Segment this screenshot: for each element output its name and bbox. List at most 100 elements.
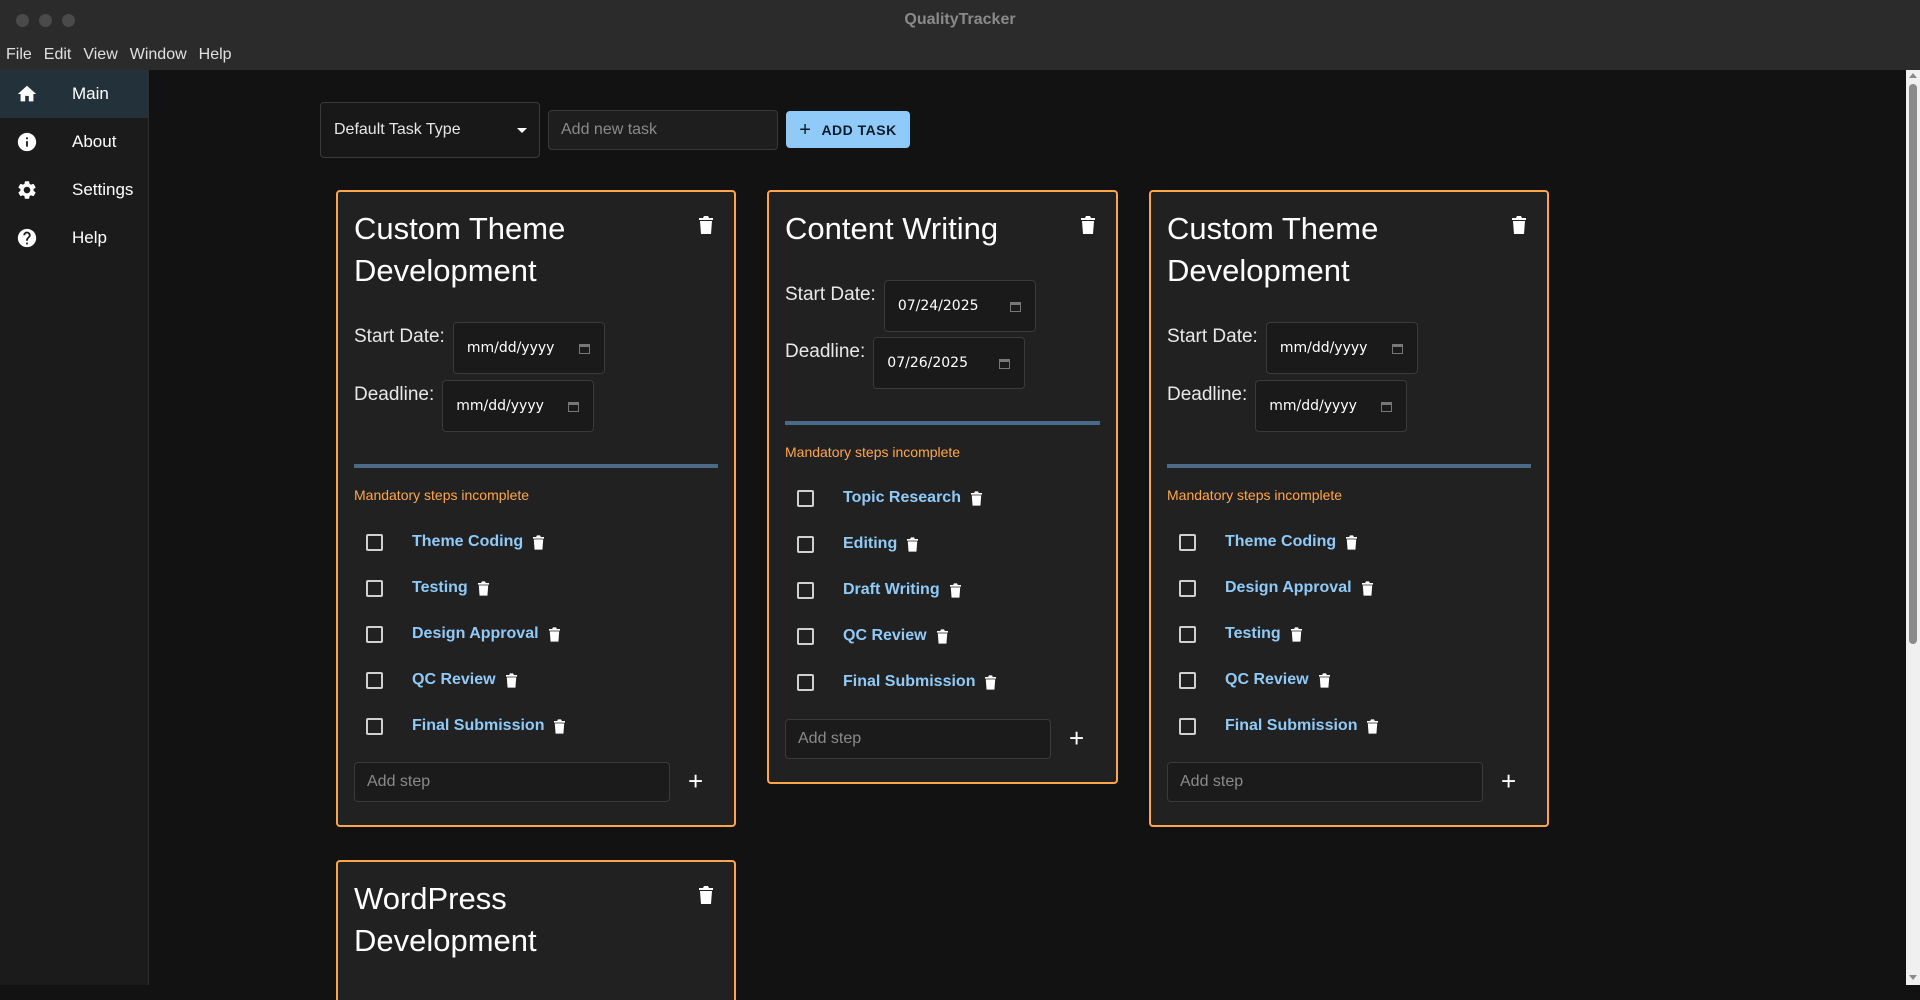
deadline-row: Deadline: mm/dd/yyyy: [1167, 380, 1408, 432]
scroll-up-arrow-icon[interactable]: [1909, 73, 1917, 78]
step-checkbox[interactable]: [366, 579, 383, 597]
delete-step-icon[interactable]: [533, 534, 545, 550]
delete-step-icon[interactable]: [505, 672, 517, 688]
add-step-button[interactable]: +: [1069, 725, 1084, 751]
add-step-button[interactable]: +: [688, 768, 703, 794]
delete-task-icon[interactable]: [1081, 216, 1095, 234]
delete-step-icon[interactable]: [936, 628, 948, 644]
step-checkbox[interactable]: [797, 581, 814, 599]
delete-step-icon[interactable]: [1367, 718, 1379, 734]
start-date-row: Start Date: mm/dd/yyyy: [354, 322, 605, 374]
scroll-down-arrow-icon[interactable]: [1909, 975, 1917, 980]
step-checkbox[interactable]: [366, 533, 383, 551]
main-scrollbar[interactable]: [1906, 70, 1920, 985]
add-step-input[interactable]: [785, 719, 1051, 759]
sidebar-item-main[interactable]: Main: [0, 70, 148, 118]
task-card: WordPress Development: [336, 860, 736, 1000]
delete-step-icon[interactable]: [907, 536, 919, 552]
task-card: Content Writing Start Date: 07/24/2025 D…: [767, 190, 1118, 784]
task-card: Custom Theme Development Start Date: mm/…: [336, 190, 736, 827]
menu-edit[interactable]: Edit: [44, 46, 72, 64]
start-date-row: Start Date: 07/24/2025: [785, 280, 1036, 332]
sidebar-item-help[interactable]: Help: [0, 214, 148, 262]
delete-task-icon[interactable]: [699, 216, 713, 234]
warning-text: Mandatory steps incomplete: [785, 444, 961, 460]
step-checkbox[interactable]: [1179, 533, 1196, 551]
step-item: Theme Coding: [366, 530, 545, 554]
add-step-button[interactable]: +: [1501, 768, 1516, 794]
menu-file[interactable]: File: [6, 46, 32, 64]
start-date-input[interactable]: mm/dd/yyyy: [452, 322, 605, 374]
step-item: Testing: [366, 576, 489, 600]
calendar-icon[interactable]: [999, 359, 1011, 369]
progress-divider: [354, 464, 718, 468]
task-title: Custom Theme Development: [354, 211, 566, 288]
delete-step-icon[interactable]: [970, 490, 982, 506]
sidebar-item-settings[interactable]: Settings: [0, 166, 148, 214]
menu-window[interactable]: Window: [130, 46, 187, 64]
gear-icon: [18, 181, 36, 199]
step-item: Editing: [797, 532, 919, 556]
calendar-icon[interactable]: [1391, 344, 1403, 354]
step-checkbox[interactable]: [366, 625, 383, 643]
task-type-value: Default Task Type: [334, 121, 461, 138]
delete-step-icon[interactable]: [1346, 534, 1358, 550]
deadline-row: Deadline: mm/dd/yyyy: [354, 380, 595, 432]
delete-step-icon[interactable]: [477, 580, 489, 596]
delete-step-icon[interactable]: [1290, 626, 1302, 642]
caret-down-icon: [517, 128, 527, 133]
step-checkbox[interactable]: [1179, 717, 1196, 735]
calendar-icon[interactable]: [1009, 302, 1021, 312]
delete-step-icon[interactable]: [554, 718, 566, 734]
start-date-input[interactable]: 07/24/2025: [883, 280, 1036, 332]
calendar-icon[interactable]: [1381, 402, 1393, 412]
task-card: Custom Theme Development Start Date: mm/…: [1149, 190, 1549, 827]
menu-view[interactable]: View: [83, 46, 117, 64]
step-item: Theme Coding: [1179, 530, 1358, 554]
step-item: Draft Writing: [797, 578, 961, 602]
deadline-row: Deadline: 07/26/2025: [785, 337, 1026, 389]
step-item: Final Submission: [797, 670, 997, 694]
window-titlebar: QualityTracker: [0, 0, 1920, 40]
delete-step-icon[interactable]: [949, 582, 961, 598]
delete-task-icon[interactable]: [699, 886, 713, 904]
step-item: Design Approval: [366, 622, 560, 646]
warning-text: Mandatory steps incomplete: [1167, 487, 1343, 503]
step-checkbox[interactable]: [797, 673, 814, 691]
info-icon: [17, 132, 37, 152]
deadline-input[interactable]: mm/dd/yyyy: [442, 380, 595, 432]
delete-step-icon[interactable]: [1318, 672, 1330, 688]
delete-step-icon[interactable]: [1361, 580, 1373, 596]
step-checkbox[interactable]: [797, 489, 814, 507]
home-icon: [17, 85, 37, 102]
step-checkbox[interactable]: [1179, 579, 1196, 597]
add-task-label: ADD TASK: [821, 121, 897, 138]
step-item: Final Submission: [1179, 714, 1379, 738]
step-checkbox[interactable]: [797, 627, 814, 645]
calendar-icon[interactable]: [578, 344, 590, 354]
scrollbar-thumb[interactable]: [1909, 84, 1917, 644]
delete-step-icon[interactable]: [548, 626, 560, 642]
plus-icon: +: [799, 118, 812, 141]
help-icon: [17, 228, 37, 248]
progress-divider: [785, 421, 1100, 425]
new-task-input[interactable]: [548, 110, 778, 150]
calendar-icon[interactable]: [568, 402, 580, 412]
add-step-input[interactable]: [1167, 762, 1483, 802]
step-checkbox[interactable]: [366, 671, 383, 689]
step-checkbox[interactable]: [366, 717, 383, 735]
add-task-button[interactable]: + ADD TASK: [786, 111, 910, 148]
task-type-select[interactable]: Default Task Type: [320, 102, 540, 158]
sidebar-item-about[interactable]: About: [0, 118, 148, 166]
deadline-input[interactable]: 07/26/2025: [873, 337, 1026, 389]
delete-task-icon[interactable]: [1512, 216, 1526, 234]
step-checkbox[interactable]: [1179, 671, 1196, 689]
add-step-input[interactable]: [354, 762, 670, 802]
deadline-input[interactable]: mm/dd/yyyy: [1255, 380, 1408, 432]
start-date-input[interactable]: mm/dd/yyyy: [1265, 322, 1418, 374]
step-checkbox[interactable]: [1179, 625, 1196, 643]
task-title: Custom Theme Development: [1167, 211, 1379, 288]
menu-help[interactable]: Help: [199, 46, 232, 64]
step-checkbox[interactable]: [797, 535, 814, 553]
delete-step-icon[interactable]: [985, 674, 997, 690]
